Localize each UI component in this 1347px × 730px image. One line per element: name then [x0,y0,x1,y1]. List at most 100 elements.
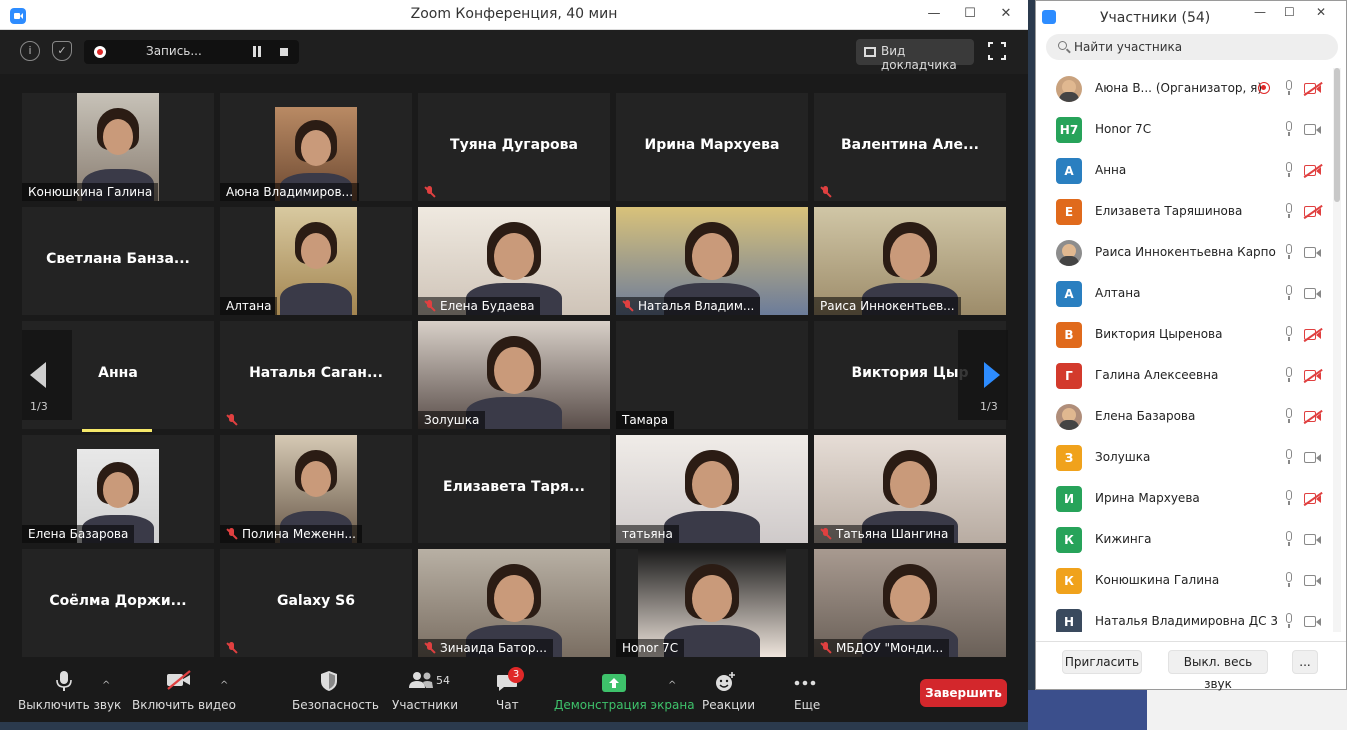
maximize-button[interactable]: ☐ [952,0,988,30]
participant-row[interactable]: Н Наталья Владимировна ДС 35 [1036,601,1332,632]
video-tile[interactable]: Светлана Банза... [22,207,214,315]
invite-button[interactable]: Пригласить [1062,650,1142,674]
participant-row[interactable]: Г Галина Алексеевна [1036,355,1332,396]
participants-button[interactable]: 54 Участники [392,658,458,722]
panel-close-button[interactable]: ✕ [1316,5,1326,19]
video-tile[interactable]: Конюшкина Галина [22,93,214,201]
start-video-button[interactable]: Включить видео [132,658,236,722]
participant-row[interactable]: Е Елизавета Таряшинова [1036,191,1332,232]
panel-maximize-button[interactable]: ☐ [1284,5,1295,19]
camera-icon[interactable] [1304,452,1322,463]
video-tile[interactable]: Золушка [418,321,610,429]
camera-icon[interactable] [1304,575,1322,586]
participant-row[interactable]: H7 Honor 7C [1036,109,1332,150]
microphone-icon[interactable] [1284,285,1294,301]
chat-label: Чат [496,698,519,712]
previous-page-button[interactable]: 1/3 [22,330,72,420]
tile-name-label: Конюшкина Галина [22,183,159,201]
minimize-button[interactable]: — [916,0,952,30]
participant-row[interactable]: К Кижинга [1036,519,1332,560]
participant-list-scrollbar[interactable] [1333,68,1341,632]
participant-row[interactable]: Раиса Иннокентьевна Карпо... [1036,232,1332,273]
video-tile[interactable]: Елена Будаева [418,207,610,315]
chat-button[interactable]: 3 Чат [494,658,524,722]
participant-row[interactable]: Елена Базарова [1036,396,1332,437]
pause-recording-icon[interactable] [252,46,262,58]
video-tile[interactable]: Зинаида Батор... [418,549,610,657]
speaker-view-button[interactable]: Вид докладчика [856,39,974,72]
participant-row[interactable]: З Золушка [1036,437,1332,478]
video-tile[interactable]: Полина Меженн... [220,435,412,543]
video-tile[interactable]: Honor 7C [616,549,808,657]
camera-icon[interactable] [1304,616,1322,627]
camera-icon[interactable] [1304,247,1322,258]
camera-off-icon[interactable] [1304,493,1322,504]
mute-button[interactable]: Выключить звук [18,658,121,722]
participant-row[interactable]: А Алтана [1036,273,1332,314]
video-tile[interactable]: Елена Базарова [22,435,214,543]
microphone-icon[interactable] [1284,531,1294,547]
mute-all-button[interactable]: Выкл. весь звук [1168,650,1268,691]
microphone-icon[interactable] [1284,203,1294,219]
next-page-button[interactable]: 1/3 [958,330,1008,420]
video-tile[interactable]: Соёлма Доржи... [22,549,214,657]
camera-icon[interactable] [1304,288,1322,299]
security-button[interactable]: Безопасность [292,658,379,722]
participant-row[interactable]: Аюна В... (Организатор, я) [1036,68,1332,109]
microphone-icon[interactable] [1284,244,1294,260]
microphone-icon[interactable] [1284,367,1294,383]
camera-off-icon[interactable] [1304,329,1322,340]
panel-more-button[interactable]: ... [1292,650,1318,674]
microphone-icon[interactable] [1284,572,1294,588]
camera-off-icon[interactable] [1304,411,1322,422]
microphone-icon[interactable] [1284,490,1294,506]
page-indicator-right: 1/3 [980,400,998,413]
microphone-icon[interactable] [1284,162,1294,178]
participant-row[interactable]: А Анна [1036,150,1332,191]
video-tile[interactable]: Валентина Але... [814,93,1006,201]
shield-icon[interactable]: ✓ [52,41,72,61]
camera-off-icon[interactable] [1304,165,1322,176]
video-tile[interactable]: Аюна Владимиров... [220,93,412,201]
share-options-chevron-icon[interactable]: ^ [668,680,676,691]
camera-off-icon[interactable] [1304,83,1322,94]
participant-row[interactable]: И Ирина Мархуева [1036,478,1332,519]
video-tile[interactable]: МБДОУ "Монди... [814,549,1006,657]
video-tile[interactable]: Наталья Владим... [616,207,808,315]
more-button[interactable]: Еще [790,658,822,722]
end-meeting-button[interactable]: Завершить [920,679,1007,707]
camera-off-icon[interactable] [1304,370,1322,381]
participant-row[interactable]: К Конюшкина Галина [1036,560,1332,601]
camera-off-icon[interactable] [1304,206,1322,217]
participant-search-input[interactable]: Найти участника [1046,34,1338,60]
participant-row[interactable]: В Виктория Цыренова [1036,314,1332,355]
info-icon[interactable]: i [20,41,40,61]
microphone-icon[interactable] [1284,80,1294,96]
tile-name-label: Татьяна Шангина [814,525,955,543]
video-tile[interactable]: Алтана [220,207,412,315]
video-tile[interactable]: Раиса Иннокентьев... [814,207,1006,315]
microphone-icon[interactable] [1284,449,1294,465]
audio-options-chevron-icon[interactable]: ^ [102,680,110,691]
microphone-icon[interactable] [1284,326,1294,342]
close-button[interactable]: ✕ [988,0,1024,30]
stop-recording-icon[interactable] [280,48,288,56]
microphone-icon[interactable] [1284,408,1294,424]
share-screen-button[interactable]: Демонстрация экрана [554,658,695,722]
reactions-button[interactable]: Реакции [700,658,755,722]
panel-minimize-button[interactable]: — [1254,5,1266,19]
video-tile[interactable]: Елизавета Таря... [418,435,610,543]
camera-icon[interactable] [1304,124,1322,135]
video-tile[interactable]: Туяна Дугарова [418,93,610,201]
video-tile[interactable]: Ирина Мархуева [616,93,808,201]
microphone-icon[interactable] [1284,613,1294,629]
video-tile[interactable]: татьяна [616,435,808,543]
camera-icon[interactable] [1304,534,1322,545]
video-tile[interactable]: Наталья Саган... [220,321,412,429]
video-tile[interactable]: Galaxy S6 [220,549,412,657]
video-tile[interactable]: Тамара [616,321,808,429]
microphone-icon[interactable] [1284,121,1294,137]
fullscreen-icon[interactable] [988,42,1006,60]
video-tile[interactable]: Татьяна Шангина [814,435,1006,543]
video-options-chevron-icon[interactable]: ^ [220,680,228,691]
